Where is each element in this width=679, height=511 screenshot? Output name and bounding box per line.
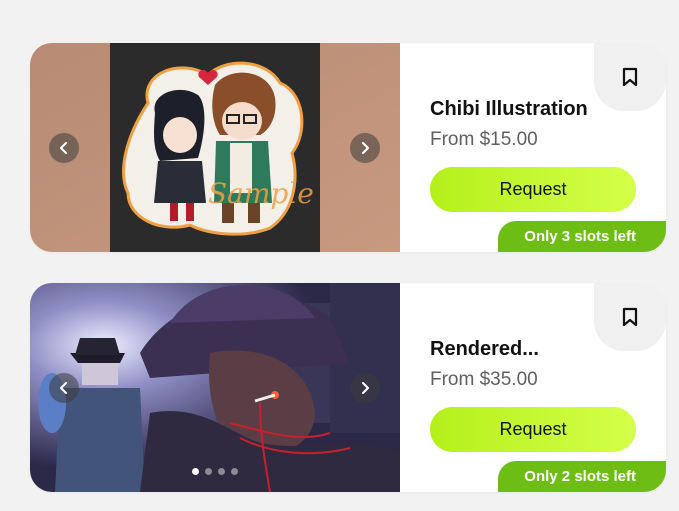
listing-card: Rendered... From $35.00 Request Only 2 s… xyxy=(30,283,666,492)
listing-price: From $15.00 xyxy=(430,129,538,150)
listing-title: Chibi Illustration xyxy=(430,98,588,120)
chevron-right-icon xyxy=(362,141,369,154)
sample-watermark: Sample xyxy=(208,177,314,210)
bookmark-icon xyxy=(622,67,638,87)
listing-image-carousel[interactable] xyxy=(30,283,400,492)
carousel-dot[interactable] xyxy=(218,468,225,475)
rendered-illustration-image xyxy=(30,283,400,492)
carousel-prev-button[interactable] xyxy=(49,372,79,403)
bookmark-button[interactable] xyxy=(594,283,666,351)
request-button[interactable]: Request xyxy=(430,167,636,212)
carousel-dot[interactable] xyxy=(231,468,238,475)
carousel-dot[interactable] xyxy=(205,468,212,475)
listing-price: From $35.00 xyxy=(430,369,538,390)
listing-card: Sample Chibi Illustration From $15.00 Re… xyxy=(30,43,666,252)
carousel-indicators xyxy=(192,468,238,475)
chevron-right-icon xyxy=(362,381,369,394)
listing-title: Rendered... xyxy=(430,338,539,360)
chevron-left-icon xyxy=(60,141,67,154)
carousel-prev-button[interactable] xyxy=(49,132,79,163)
listing-image-carousel[interactable]: Sample xyxy=(30,43,400,252)
carousel-dot[interactable] xyxy=(192,468,199,475)
request-button[interactable]: Request xyxy=(430,407,636,452)
bookmark-icon xyxy=(622,307,638,327)
bookmark-button[interactable] xyxy=(594,43,666,111)
chibi-illustration-image: Sample xyxy=(30,43,400,252)
carousel-next-button[interactable] xyxy=(350,372,380,403)
slots-left-badge: Only 2 slots left xyxy=(498,461,666,492)
carousel-next-button[interactable] xyxy=(350,132,380,163)
chevron-left-icon xyxy=(60,381,67,394)
slots-left-badge: Only 3 slots left xyxy=(498,221,666,252)
